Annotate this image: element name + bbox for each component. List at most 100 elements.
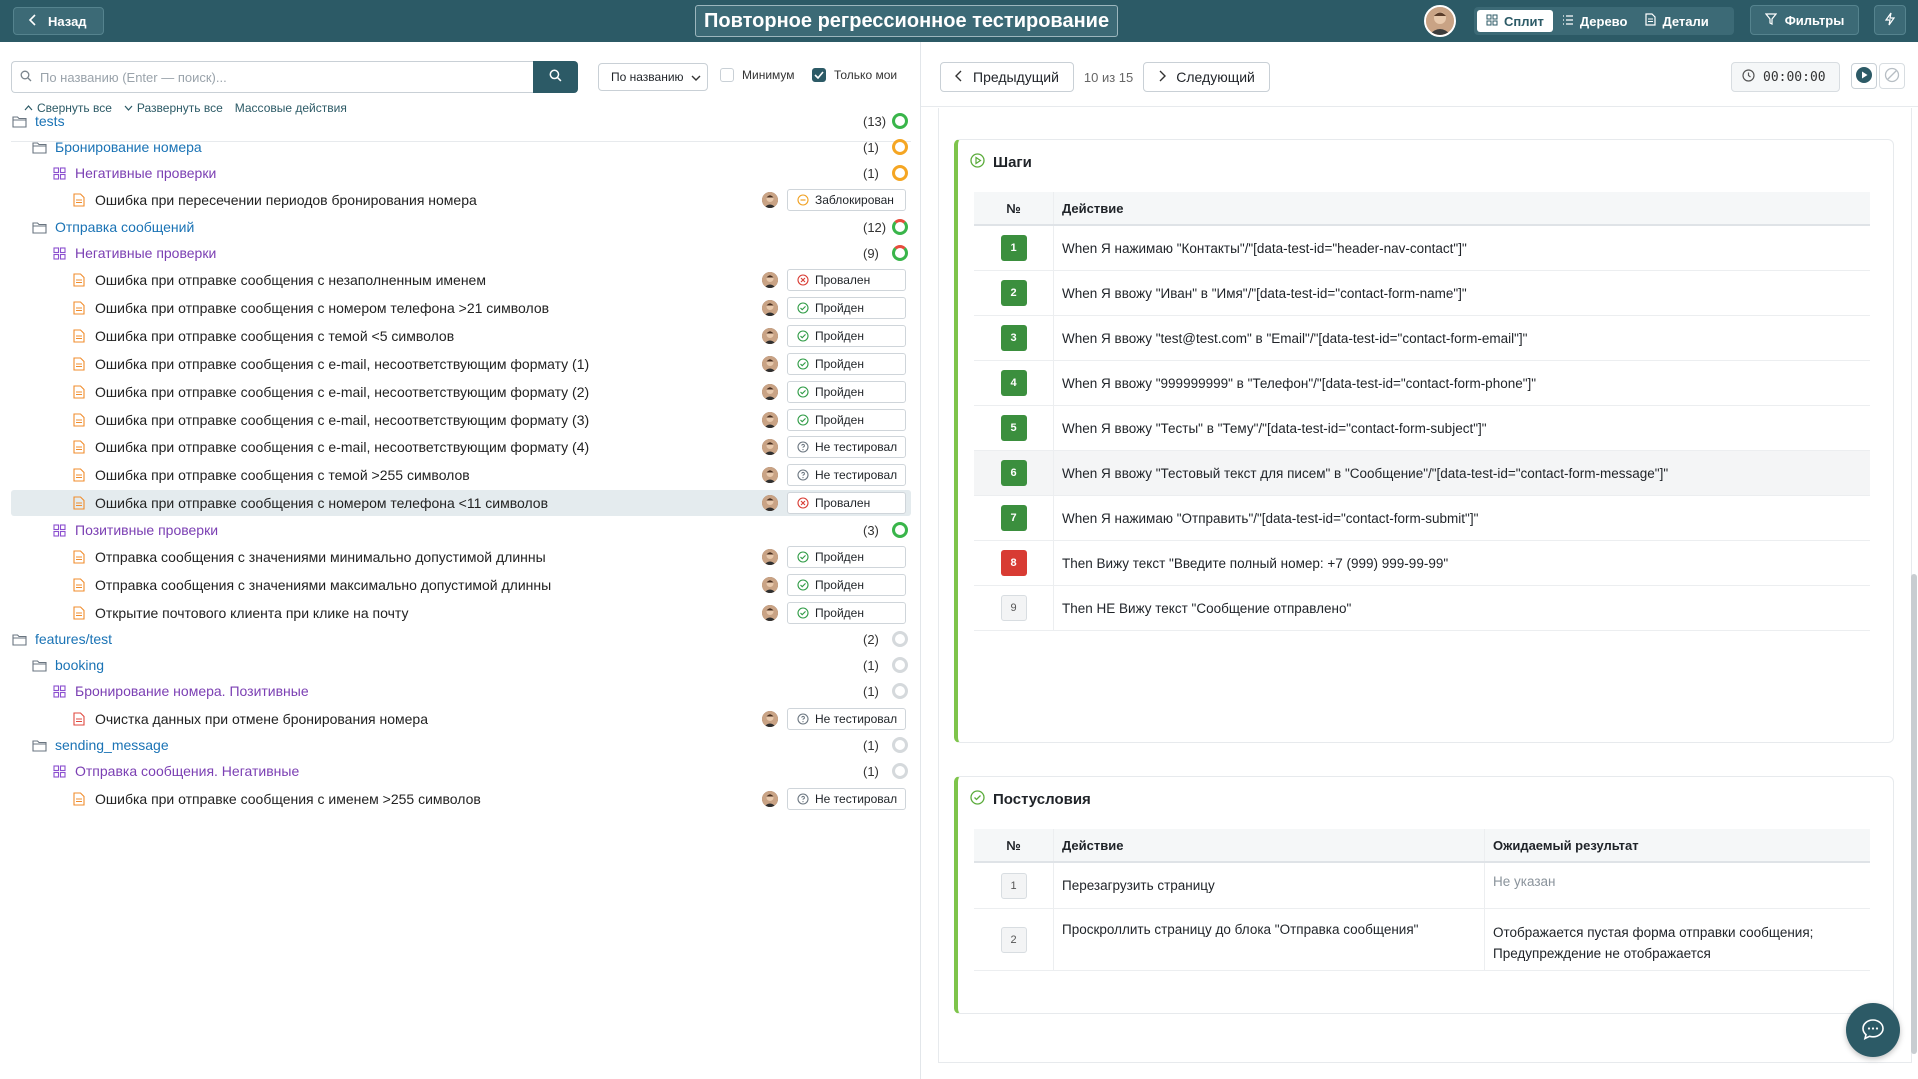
case-label[interactable]: Ошибка при отправке сообщения с незаполн… [95,272,486,288]
next-button[interactable]: Следующий [1143,62,1270,92]
case-label[interactable]: Ошибка при отправке сообщения с номером … [95,495,548,511]
step-status-badge[interactable]: 8 [1000,550,1027,576]
status-badge[interactable]: Не тестировал [787,708,906,730]
folder-label[interactable]: booking [55,657,104,673]
case-label[interactable]: Ошибка при отправке сообщения с темой <5… [95,328,454,344]
status-badge[interactable]: Пройден [787,297,906,319]
view-details-button[interactable]: Детали [1636,10,1717,32]
case-label[interactable]: Отправка сообщения с значениями максимал… [95,577,551,593]
test-case-row[interactable]: Ошибка при пересечении периодов брониров… [11,187,911,213]
step-row[interactable]: 5 When Я ввожу "Тесты" в "Тему"/"[data-te… [974,406,1870,451]
step-status-badge[interactable]: 2 [1000,280,1027,306]
status-badge[interactable]: Пройден [787,546,906,568]
folder-row[interactable]: booking (1) [11,652,911,678]
suite-label[interactable]: Негативные проверки [75,165,216,181]
folder-label[interactable]: Бронирование номера [55,139,202,155]
step-status-badge[interactable]: 3 [1000,325,1027,351]
suite-label[interactable]: Отправка сообщения. Негативные [75,763,299,779]
step-row[interactable]: 6 When Я ввожу "Тестовый текст для писем"… [974,451,1870,496]
step-row[interactable]: 4 When Я ввожу "999999999" в "Телефон"/"[… [974,361,1870,406]
case-label[interactable]: Отправка сообщения с значениями минималь… [95,549,546,565]
suite-row[interactable]: Бронирование номера. Позитивные (1) [11,678,911,704]
step-status-badge[interactable]: 7 [1000,505,1027,531]
sort-select[interactable]: По названию [598,63,708,91]
previous-button[interactable]: Предыдущий [940,62,1074,92]
back-button[interactable]: Назад [13,7,104,35]
status-badge[interactable]: Пройден [787,381,906,403]
status-badge[interactable]: Пройден [787,602,906,624]
panel-divider[interactable] [920,42,921,1079]
folder-label[interactable]: Отправка сообщений [55,219,194,235]
folder-row[interactable]: sending_message (1) [11,732,911,758]
folder-row[interactable]: Отправка сообщений (12) [11,214,911,240]
suite-row[interactable]: Позитивные проверки (3) [11,517,911,543]
step-status-badge[interactable]: 1 [1000,235,1027,261]
step-row[interactable]: 9 Then НЕ Вижу текст "Сообщение отправлен… [974,586,1870,631]
step-status-badge[interactable]: 6 [1000,460,1027,486]
case-label[interactable]: Ошибка при отправке сообщения с номером … [95,300,549,316]
test-case-row[interactable]: Очистка данных при отмене бронирования н… [11,706,911,732]
suite-label[interactable]: Бронирование номера. Позитивные [75,683,309,699]
step-status-badge[interactable]: 5 [1000,415,1027,441]
view-split-button[interactable]: Сплит [1477,10,1553,32]
suite-label[interactable]: Позитивные проверки [75,522,218,538]
status-badge[interactable]: Пройден [787,353,906,375]
case-label[interactable]: Ошибка при пересечении периодов брониров… [95,192,477,208]
suite-row[interactable]: Негативные проверки (9) [11,240,911,266]
test-case-row[interactable]: Ошибка при отправке сообщения с номером … [11,295,911,321]
timer-reset-button[interactable] [1879,63,1905,89]
search-button[interactable] [533,61,578,93]
status-badge[interactable]: Провален [787,269,906,291]
test-case-row[interactable]: Ошибка при отправке сообщения с темой >2… [11,462,911,488]
case-label[interactable]: Ошибка при отправке сообщения с e-mail, … [95,356,589,372]
status-badge[interactable]: Пройден [787,574,906,596]
status-badge[interactable]: Провален [787,492,906,514]
step-row[interactable]: 3 When Я ввожу "test@test.com" в "Email"/… [974,316,1870,361]
suite-row[interactable]: Негативные проверки (1) [11,160,911,186]
test-case-row[interactable]: Ошибка при отправке сообщения с темой <5… [11,323,911,349]
chat-button[interactable] [1846,1003,1900,1057]
case-label[interactable]: Открытие почтового клиента при клике на … [95,605,408,621]
step-row[interactable]: 2 When Я ввожу "Иван" в "Имя"/"[data-test… [974,271,1870,316]
test-case-row[interactable]: Отправка сообщения с значениями максимал… [11,572,911,598]
timer-play-button[interactable] [1851,63,1877,89]
folder-row[interactable]: features/test (2) [11,626,911,652]
folder-label[interactable]: sending_message [55,737,169,753]
folder-label[interactable]: tests [35,113,65,129]
test-case-row[interactable]: Открытие почтового клиента при клике на … [11,600,911,626]
suite-row[interactable]: Отправка сообщения. Негативные (1) [11,758,911,784]
case-label[interactable]: Ошибка при отправке сообщения с именем >… [95,791,481,807]
folder-label[interactable]: features/test [35,631,112,647]
case-label[interactable]: Ошибка при отправке сообщения с темой >2… [95,467,470,483]
case-label[interactable]: Ошибка при отправке сообщения с e-mail, … [95,384,589,400]
case-label[interactable]: Ошибка при отправке сообщения с e-mail, … [95,439,589,455]
step-status-badge[interactable]: 9 [1000,595,1027,621]
status-badge[interactable]: Заблокирован [787,189,906,211]
test-case-row[interactable]: Ошибка при отправке сообщения с e-mail, … [11,407,911,433]
case-label[interactable]: Очистка данных при отмене бронирования н… [95,711,428,727]
status-badge[interactable]: Пройден [787,409,906,431]
test-case-row[interactable]: Ошибка при отправке сообщения с e-mail, … [11,379,911,405]
case-label[interactable]: Ошибка при отправке сообщения с e-mail, … [95,412,589,428]
quick-action-button[interactable] [1874,5,1906,35]
folder-row[interactable]: tests (13) [11,108,911,134]
test-case-row[interactable]: Ошибка при отправке сообщения с e-mail, … [11,351,911,377]
suite-label[interactable]: Негативные проверки [75,245,216,261]
view-tree-button[interactable]: Дерево [1553,10,1637,32]
step-status-badge[interactable]: 4 [1000,370,1027,396]
minimum-box[interactable] [720,68,734,82]
scrollbar[interactable] [1911,574,1917,1054]
test-case-row[interactable]: Ошибка при отправке сообщения с номером … [11,490,911,516]
status-badge[interactable]: Пройден [787,325,906,347]
only-mine-checkbox[interactable]: Только мои [812,68,897,82]
minimum-checkbox[interactable]: Минимум [720,68,795,82]
search-input[interactable]: По названию (Enter — поиск)... [11,61,533,93]
test-case-row[interactable]: Ошибка при отправке сообщения с незаполн… [11,267,911,293]
step-row[interactable]: 1 When Я нажимаю "Контакты"/"[data-test-i… [974,226,1870,271]
test-case-row[interactable]: Отправка сообщения с значениями минималь… [11,544,911,570]
test-case-row[interactable]: Ошибка при отправке сообщения с именем >… [11,786,911,812]
avatar[interactable] [1424,5,1456,37]
filters-button[interactable]: Фильтры [1750,5,1859,35]
status-badge[interactable]: Не тестировал [787,436,906,458]
only-mine-box[interactable] [812,68,826,82]
